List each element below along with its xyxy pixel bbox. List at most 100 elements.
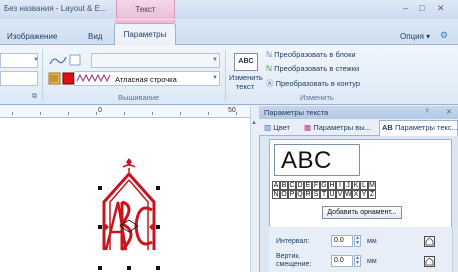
scroll-up-icon[interactable]: ▲ [251,120,257,126]
tab-parameters[interactable]: Параметры [114,20,176,46]
letter-cell[interactable]: G [320,181,328,190]
letter-cell[interactable]: M [368,181,376,190]
ruler-tick [208,112,209,115]
ruler-tick [236,112,237,115]
ruler-tick [152,112,153,115]
change-text-button[interactable]: Изменить текст [229,73,263,91]
outline-icon: Ⓐ [266,79,274,88]
vertical-scrollbar[interactable] [250,106,259,272]
letter-cell[interactable]: D [296,181,304,190]
ruler-label-0: 0 [98,107,102,114]
ruler-tick [96,112,97,115]
tab-text-params-label: AB Параметры текс... [382,123,458,132]
letter-cell[interactable]: I [336,181,344,190]
ruler-tick [40,112,41,115]
letter-cell[interactable]: N [272,190,280,199]
letter-cell[interactable]: Y [360,190,368,199]
convert-to-stitches-button[interactable]: ℕ Преобразовать в стежки [266,64,359,73]
group-label-embroidery: Вышивание [118,93,160,102]
convert-to-blocks-button[interactable]: ℕ Преобразовать в блоки [266,50,356,59]
ribbon-tab-bar [0,19,458,45]
letter-cell[interactable]: L [360,181,368,190]
add-ornament-button[interactable]: Добавить орнамент... [322,206,402,219]
letter-cell[interactable]: P [288,190,296,199]
interval-stepper[interactable]: ▲ ▼ [354,235,361,247]
chevron-down-icon[interactable]: ▼ [212,75,218,81]
close-button[interactable]: ✕ [437,3,445,14]
color-icon: ▥ [264,123,272,132]
letter-cell[interactable]: F [312,181,320,190]
context-tab-text[interactable]: Текст [116,0,175,19]
ruler-label-50: 50 [228,107,236,114]
vertical-offset-input[interactable]: 0.0 [331,255,353,267]
help-icon[interactable]: ⚙ [440,30,448,41]
maximize-button[interactable]: □ [419,3,424,13]
change-text-line1: Изменить [229,73,263,82]
letter-cell[interactable]: R [304,190,312,199]
group-separator [42,49,43,101]
letter-cell[interactable]: Q [296,190,304,199]
convert-to-outline-button[interactable]: Ⓐ Преобразовать в контур [266,78,360,89]
interval-reset-icon[interactable] [424,236,435,247]
minimize-button[interactable]: – [403,3,408,13]
interval-unit: мм [367,238,377,245]
line-stitch-icon[interactable] [48,53,88,68]
satin-stitch-icon [76,73,112,85]
letter-cell[interactable]: Z [368,190,376,199]
chevron-down-icon[interactable]: ▼ [33,57,39,63]
vert-label-line2: смещение: [276,261,312,268]
ruler-tick [68,112,69,115]
panel-close-icon[interactable]: ✕ [446,108,452,116]
letter-cell[interactable]: C [288,181,296,190]
option-menu[interactable]: Опция ▾ [400,32,430,41]
stitches-icon: ℕ [266,64,273,73]
letters-row-1: ABCDEFGHIJKLM [272,181,376,190]
stitch-type-value: Атласная строчка [115,75,177,84]
letter-cell[interactable]: K [352,181,360,190]
letter-cell[interactable]: O [280,190,288,199]
ruler-tick [124,112,125,115]
stitch-params-icon: ▩ [304,123,312,132]
vertical-offset-stepper[interactable]: ▲ ▼ [354,255,361,267]
tab-stitch-params[interactable]: ▩ Параметры вы... [304,123,371,132]
line-stitch-dropdown[interactable] [91,53,220,68]
tab-color[interactable]: ▥ Цвет [264,123,290,132]
ruler-tick [12,112,13,115]
letter-cell[interactable]: X [352,190,360,199]
letter-cell[interactable]: A [272,181,280,190]
chevron-down-icon[interactable]: ▼ [212,57,218,63]
group-separator [225,49,226,101]
interval-input[interactable]: 0.0 [331,235,353,247]
size-dropdown[interactable] [0,71,38,86]
letter-cell[interactable]: V [336,190,344,199]
tab-view[interactable]: Вид [88,32,102,41]
letter-cell[interactable]: B [280,181,288,190]
blocks-icon: ℕ [266,50,273,59]
monogram-design[interactable] [96,150,162,272]
change-text-line2: текст [235,82,255,91]
panel-scrollbar[interactable] [452,227,458,272]
letter-cell[interactable]: U [328,190,336,199]
letter-cell[interactable]: S [312,190,320,199]
letters-row-2: NOPQRSTUVWXYZ [272,190,376,199]
dialog-launcher-icon[interactable]: ⧉ [32,93,37,101]
vertical-offset-reset-icon[interactable] [424,256,435,267]
letter-cell[interactable]: J [344,181,352,190]
letter-cell[interactable]: H [328,181,336,190]
abc-badge-icon[interactable]: ABC [234,53,258,71]
vertical-offset-label: Вертик. смещение: [276,253,311,269]
ruler-tick [180,112,181,115]
preview-text: ABC [274,144,360,176]
horizontal-ruler [0,106,250,118]
window-title: Без названия - Layout & E... [4,4,107,13]
interval-label: Интервал: [276,238,310,245]
letter-cell[interactable]: T [320,190,328,199]
letter-cell[interactable]: E [304,181,312,190]
tab-image[interactable]: Изображение [7,32,57,41]
ab-icon: AB [382,123,393,132]
group-label-change: Изменить [300,93,334,102]
vertical-offset-unit: мм [367,258,377,265]
pin-icon[interactable]: ᵖ [426,108,429,115]
letter-cell[interactable]: W [344,190,352,199]
vert-label-line1: Вертик. [276,253,301,260]
